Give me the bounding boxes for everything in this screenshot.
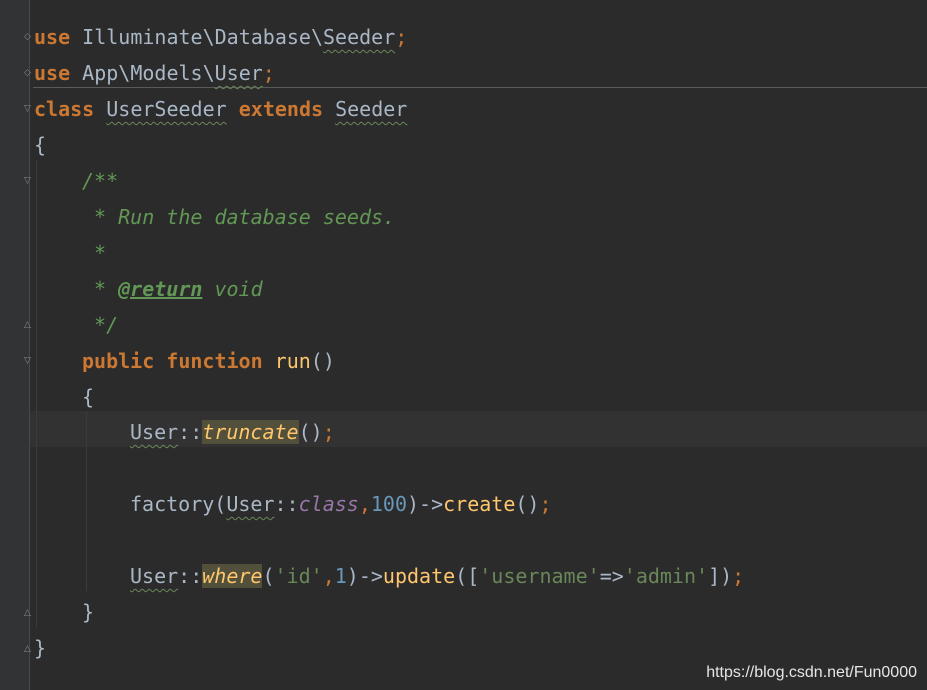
brace: {: [34, 133, 47, 157]
fold-toggle-icon[interactable]: ▽: [23, 105, 32, 114]
static-method: truncate: [202, 420, 299, 444]
semicolon: ;: [262, 61, 275, 85]
doc-comment: *: [82, 277, 119, 301]
fold-toggle-icon[interactable]: ◇: [23, 69, 32, 78]
doc-comment: void: [202, 277, 263, 301]
method-name: run: [274, 349, 311, 373]
method-name: create: [443, 492, 516, 516]
number-literal: 1: [334, 564, 347, 588]
punctuation: (: [262, 564, 275, 588]
class-name: User: [130, 420, 179, 444]
comma: ,: [322, 564, 335, 588]
semicolon: ;: [539, 492, 552, 516]
parent-class: Seeder: [335, 97, 408, 121]
keyword-extends: extends: [238, 97, 324, 121]
fold-toggle-icon[interactable]: △: [23, 321, 32, 330]
string-literal: 'admin': [623, 564, 709, 588]
semicolon: ;: [732, 564, 745, 588]
code-line-14[interactable]: User::where('id',1)->update(['username'=…: [130, 558, 744, 594]
doc-comment: /**: [82, 169, 119, 193]
code-line-11[interactable]: {: [82, 379, 94, 415]
code-line-16[interactable]: }: [34, 630, 46, 666]
class-name: User: [226, 492, 275, 516]
code-line-5[interactable]: /**: [82, 163, 118, 199]
watermark-url: https://blog.csdn.net/Fun0000: [706, 664, 917, 681]
punctuation: ]): [708, 564, 733, 588]
doc-comment: */: [82, 313, 119, 337]
punctuation: ([: [455, 564, 480, 588]
punctuation: )->: [407, 492, 444, 516]
code-line-12[interactable]: User::truncate();: [130, 414, 335, 450]
comma: ,: [358, 492, 371, 516]
string-literal: 'id': [274, 564, 323, 588]
fold-toggle-icon[interactable]: △: [23, 609, 32, 618]
code-line-13[interactable]: factory(User::class,100)->create();: [130, 486, 552, 522]
static-method: where: [202, 564, 263, 588]
doc-tag: @return: [118, 277, 203, 301]
class-name: Seeder: [323, 25, 396, 49]
punctuation: (: [214, 492, 227, 516]
namespace: App\Models\: [82, 61, 215, 85]
fold-toggle-icon[interactable]: ◇: [23, 33, 32, 42]
class-constant: class: [298, 492, 359, 516]
code-line-6[interactable]: * Run the database seeds.: [82, 199, 395, 235]
indent-guide: [86, 411, 87, 591]
scope-operator: ::: [178, 564, 203, 588]
number-literal: 100: [370, 492, 407, 516]
scope-operator: ::: [274, 492, 299, 516]
code-line-3[interactable]: class UserSeeder extends Seeder: [34, 91, 407, 127]
semicolon: ;: [322, 420, 335, 444]
fold-toggle-icon[interactable]: ▽: [23, 357, 32, 366]
code-line-7[interactable]: *: [82, 235, 106, 271]
class-name: UserSeeder: [106, 97, 227, 121]
brace: {: [82, 385, 95, 409]
fold-toggle-icon[interactable]: △: [23, 645, 32, 654]
code-line-15[interactable]: }: [82, 594, 94, 630]
parentheses: (): [310, 349, 335, 373]
array-arrow: =>: [599, 564, 624, 588]
semicolon: ;: [395, 25, 408, 49]
code-line-8[interactable]: * @return void: [82, 271, 263, 307]
doc-comment: * Run the database seeds.: [82, 205, 396, 229]
brace: }: [82, 600, 95, 624]
keyword-use: use: [34, 61, 71, 85]
method-name: update: [382, 564, 456, 588]
function-name: factory: [130, 492, 215, 516]
namespace: Illuminate\Database\: [82, 25, 323, 49]
keyword-public: public: [82, 349, 155, 373]
keyword-class: class: [34, 97, 95, 121]
string-literal: 'username': [479, 564, 600, 588]
doc-comment: *: [82, 241, 107, 265]
indent-guide: [36, 160, 37, 628]
keyword-function: function: [166, 349, 263, 373]
scope-operator: ::: [178, 420, 203, 444]
code-line-9[interactable]: */: [82, 307, 118, 343]
code-line-4[interactable]: {: [34, 127, 46, 163]
class-name: User: [130, 564, 179, 588]
code-line-2[interactable]: use App\Models\User;: [34, 55, 275, 91]
parentheses: (): [515, 492, 540, 516]
keyword-use: use: [34, 25, 71, 49]
punctuation: )->: [346, 564, 383, 588]
brace: }: [34, 636, 47, 660]
parentheses: (): [298, 420, 323, 444]
fold-toggle-icon[interactable]: ▽: [23, 177, 32, 186]
class-name: User: [214, 61, 263, 85]
code-line-1[interactable]: use Illuminate\Database\Seeder;: [34, 19, 407, 55]
code-line-10[interactable]: public function run(): [82, 343, 335, 379]
